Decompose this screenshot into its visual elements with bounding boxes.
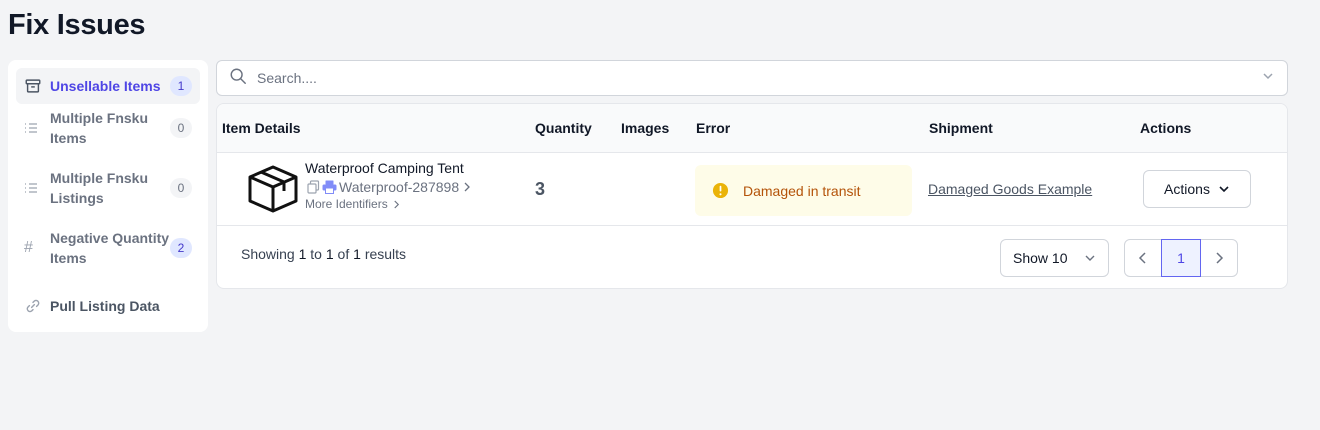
package-icon — [247, 164, 299, 214]
page-button-current[interactable]: 1 — [1161, 239, 1201, 277]
column-header-item-details: Item Details — [222, 120, 301, 136]
table-footer: Showing 1 to 1 of 1 results Show 10 1 — [217, 226, 1287, 288]
sidebar-item-multiple-fnsku-listings[interactable]: Multiple Fnsku Listings 0 — [16, 168, 200, 208]
column-header-error: Error — [696, 120, 731, 136]
column-header-images: Images — [621, 120, 670, 136]
count-badge: 0 — [170, 178, 192, 198]
count-badge: 1 — [170, 76, 192, 96]
actions-label: Actions — [1164, 181, 1210, 197]
error-text: Damaged in transit — [743, 182, 861, 199]
list-icon — [24, 121, 50, 135]
sidebar-item-label: Pull Listing Data — [50, 298, 160, 314]
sidebar-item-multiple-fnsku-items[interactable]: Multiple Fnsku Items 0 — [16, 108, 200, 148]
search-icon — [229, 67, 247, 90]
chevron-right-icon — [393, 200, 400, 209]
column-header-shipment: Shipment — [929, 120, 993, 136]
table-row: Waterproof Camping Tent Waterproof-28789… — [217, 153, 1287, 226]
page-title: Fix Issues — [8, 9, 146, 41]
chevron-down-icon — [1219, 186, 1229, 193]
chevron-right-icon — [463, 182, 471, 192]
hash-icon: # — [24, 239, 33, 256]
more-identifiers-label: More Identifiers — [305, 197, 388, 211]
page-size-select[interactable]: Show 10 — [1000, 239, 1109, 277]
copy-icon[interactable] — [307, 180, 320, 194]
sidebar-item-label: Multiple Fnsku Items — [50, 110, 148, 146]
search-bar[interactable] — [216, 60, 1288, 96]
actions-button[interactable]: Actions — [1143, 170, 1251, 208]
column-header-actions: Actions — [1140, 120, 1192, 136]
chevron-left-icon — [1138, 252, 1146, 264]
previous-page-button[interactable] — [1124, 239, 1162, 277]
chevron-right-icon — [1216, 252, 1224, 264]
more-identifiers-link[interactable]: More Identifiers — [305, 197, 400, 211]
item-name: Waterproof Camping Tent — [305, 160, 464, 176]
table-header: Item Details Quantity Images Error Shipm… — [217, 104, 1287, 153]
results-summary: Showing 1 to 1 of 1 results — [241, 246, 407, 262]
sidebar-item-pull-listing-data[interactable]: Pull Listing Data — [16, 288, 200, 324]
archive-icon — [24, 77, 50, 95]
search-input[interactable] — [257, 70, 1261, 86]
next-page-button[interactable] — [1200, 239, 1238, 277]
shipment-link[interactable]: Damaged Goods Example — [928, 181, 1092, 197]
sidebar-item-unsellable-items[interactable]: Unsellable Items 1 — [16, 68, 200, 104]
sidebar: Unsellable Items 1 Multiple Fnsku Items … — [8, 60, 208, 332]
sku-text: Waterproof-287898 — [339, 179, 460, 195]
print-icon[interactable] — [322, 180, 337, 194]
warning-icon — [712, 182, 729, 199]
pagination: 1 — [1124, 239, 1238, 277]
count-badge: 0 — [170, 118, 192, 138]
sidebar-item-label: Unsellable Items — [50, 78, 161, 94]
column-header-quantity: Quantity — [535, 120, 592, 136]
sidebar-item-label: Negative Quantity Items — [50, 230, 170, 266]
item-sku[interactable]: Waterproof-287898 — [307, 179, 471, 195]
link-icon — [24, 297, 50, 315]
count-badge: 2 — [170, 238, 192, 258]
list-icon — [24, 181, 50, 195]
page-size-label: Show 10 — [1013, 250, 1068, 266]
chevron-down-icon — [1085, 255, 1095, 261]
chevron-down-icon[interactable] — [1261, 69, 1275, 88]
sidebar-item-negative-quantity-items[interactable]: # Negative Quantity Items 2 — [16, 228, 200, 268]
sidebar-item-label: Multiple Fnsku Listings — [50, 170, 148, 206]
quantity-value: 3 — [535, 179, 546, 199]
issues-table: Item Details Quantity Images Error Shipm… — [216, 103, 1288, 289]
error-badge: Damaged in transit — [695, 165, 912, 216]
